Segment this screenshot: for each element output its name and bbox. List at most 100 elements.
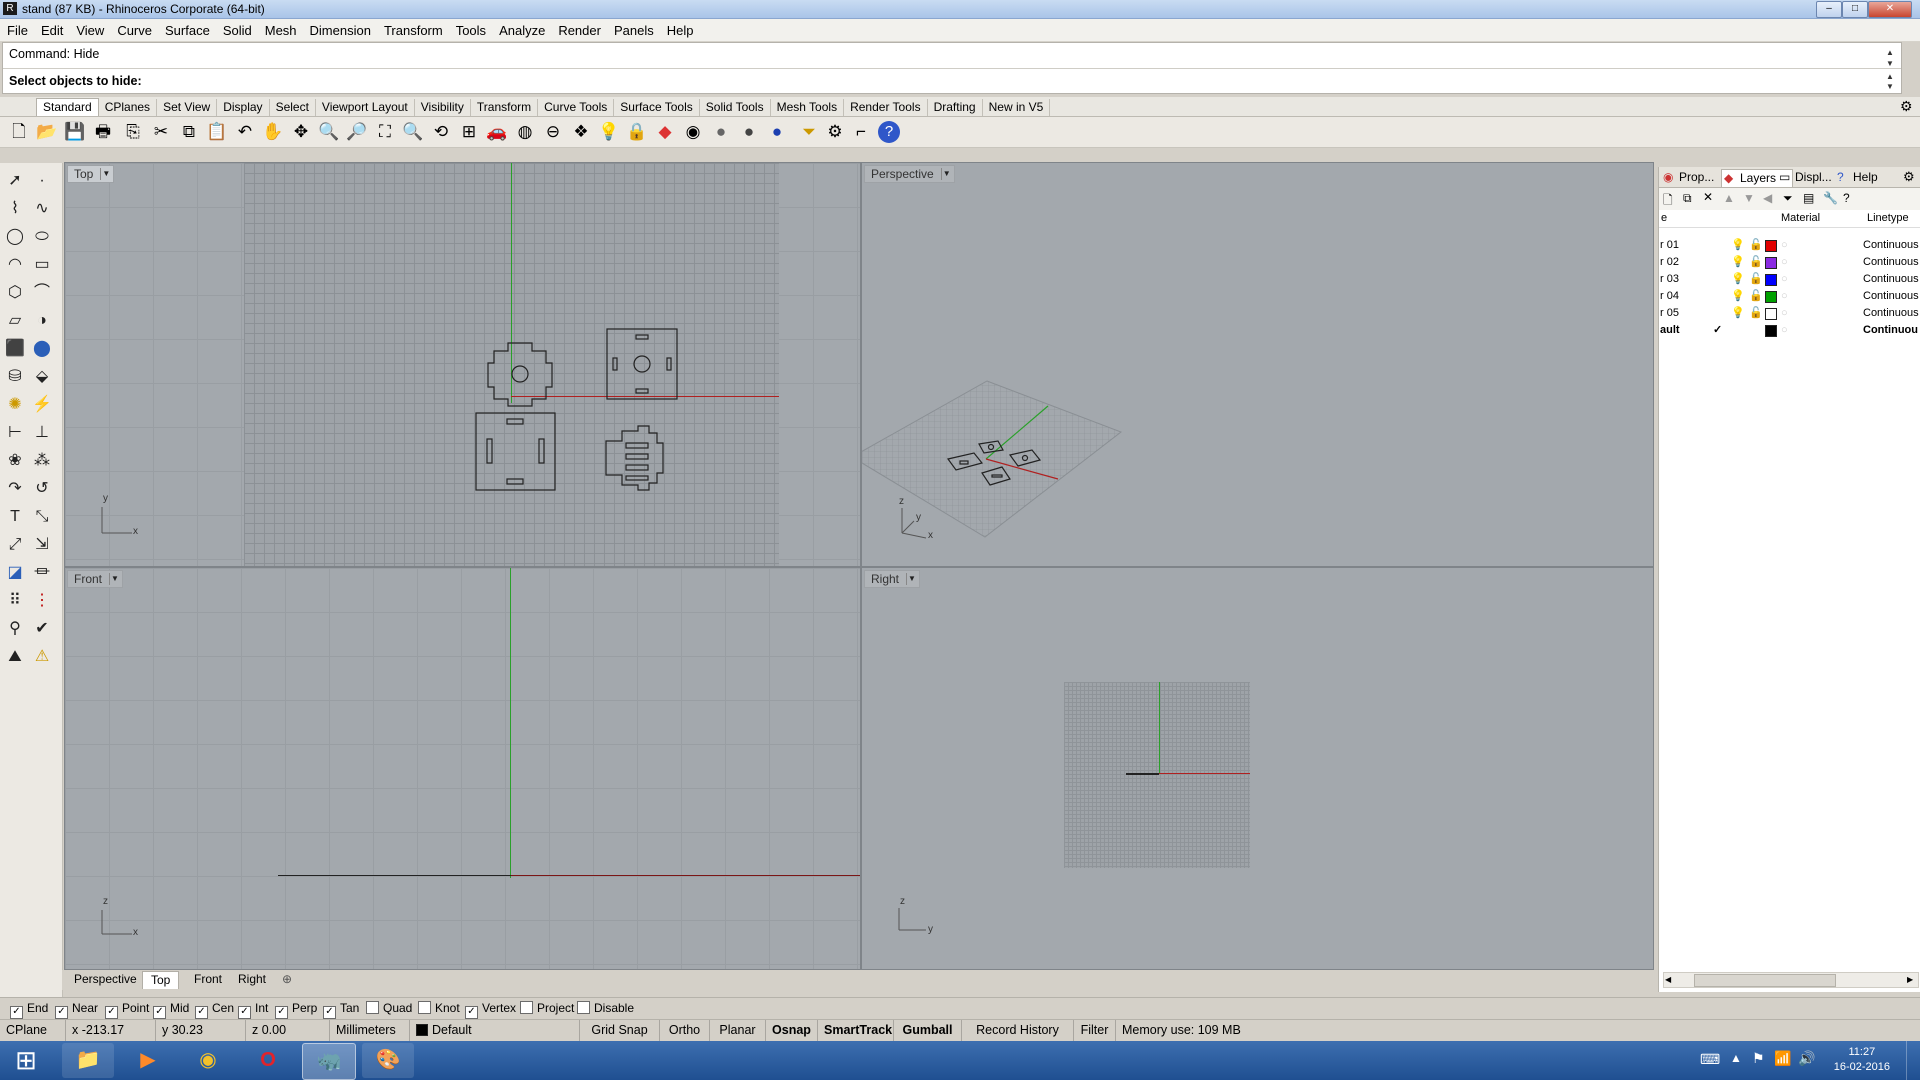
layer-name[interactable]: r 03 — [1660, 273, 1679, 285]
osnap-cen[interactable]: ✓ Cen — [195, 1001, 234, 1019]
viewport-title-perspective[interactable]: Perspective ▼ — [864, 165, 955, 183]
zoom-extents-icon[interactable]: ⛶ — [374, 121, 396, 143]
osnap-checkbox[interactable]: ✓ — [275, 1006, 288, 1019]
menu-help[interactable]: Help — [660, 19, 700, 38]
show-objects-icon[interactable]: ❖ — [570, 121, 592, 143]
curve-icon[interactable]: ∿ — [30, 197, 54, 221]
layer-linetype[interactable]: Continuous — [1863, 290, 1919, 302]
close-button[interactable]: ✕ — [1868, 1, 1912, 18]
status-layer[interactable]: Default — [410, 1020, 580, 1041]
mesh-icon[interactable]: ✺ — [3, 393, 27, 417]
scroll-right-icon[interactable]: ▶ — [1907, 973, 1913, 987]
pan-hand-icon[interactable]: ✋ — [262, 121, 284, 143]
viewport-tab-top[interactable]: Top — [142, 971, 180, 989]
boolean-union-icon[interactable]: ⬤ — [30, 337, 54, 361]
layer-states-icon[interactable]: ▤ — [1803, 191, 1814, 205]
layer-visible-bulb-icon[interactable]: 💡 — [1731, 289, 1745, 302]
print-icon[interactable]: 🖶 — [92, 121, 114, 143]
scrollbar-thumb[interactable] — [1694, 974, 1836, 987]
status-planar[interactable]: Planar — [710, 1020, 766, 1041]
car-render-icon[interactable]: 🚗 — [486, 121, 508, 143]
osnap-project[interactable]: Project — [520, 1001, 574, 1015]
layer-icon[interactable]: ◆ — [654, 121, 676, 143]
join-icon[interactable]: ↷ — [3, 477, 27, 501]
viewport-title-right[interactable]: Right ▼ — [864, 570, 921, 588]
split-icon[interactable]: ⤡ — [30, 505, 54, 529]
new-layer-icon[interactable]: 🗋 — [1663, 191, 1673, 212]
layer-linetype[interactable]: Continuou — [1863, 324, 1918, 336]
layer-color-swatch[interactable] — [1765, 325, 1777, 337]
layer-name[interactable]: r 05 — [1660, 307, 1679, 319]
layer-color-swatch[interactable] — [1765, 257, 1777, 269]
layer-visible-bulb-icon[interactable]: 💡 — [1731, 306, 1745, 319]
osnap-checkbox[interactable]: ✓ — [105, 1006, 118, 1019]
layer-linetype[interactable]: Continuous — [1863, 273, 1919, 285]
osnap-int[interactable]: ✓ Int — [238, 1001, 268, 1019]
status-ortho[interactable]: Ortho — [660, 1020, 710, 1041]
panel-settings-gear-icon[interactable]: ⚙ — [1903, 169, 1915, 185]
osnap-checkbox[interactable]: ✓ — [195, 1006, 208, 1019]
menu-edit[interactable]: Edit — [34, 19, 69, 38]
toolbar-tab-drafting[interactable]: Drafting — [928, 99, 983, 116]
layer-name[interactable]: r 01 — [1660, 239, 1679, 251]
layer-help-icon[interactable]: ? — [1843, 191, 1850, 205]
current-layer-check-icon[interactable]: ✓ — [1713, 323, 1722, 336]
osnap-checkbox[interactable]: ✓ — [238, 1006, 251, 1019]
menu-dimension[interactable]: Dimension — [303, 19, 377, 38]
text-object-icon[interactable]: ⊥ — [30, 421, 54, 445]
layer-visible-bulb-icon[interactable]: 💡 — [1731, 238, 1745, 251]
viewport-menu-chevron-icon[interactable]: ▼ — [109, 573, 120, 585]
layer-visible-bulb-icon[interactable]: 💡 — [1731, 272, 1745, 285]
light-bulb-icon[interactable]: 💡 — [598, 121, 620, 143]
layer-row[interactable]: r 01 💡 🔓 ○ Continuous — [1659, 237, 1920, 254]
osnap-checkbox[interactable] — [418, 1001, 431, 1014]
toolbar-tab-set-view[interactable]: Set View — [157, 99, 218, 116]
layer-material-circle-icon[interactable]: ○ — [1781, 256, 1788, 268]
status-grid-snap[interactable]: Grid Snap — [580, 1020, 660, 1041]
paste-icon[interactable]: 📋 — [206, 121, 228, 143]
rhino-app-icon[interactable]: R — [3, 2, 17, 15]
new-icon[interactable]: 🗋 — [8, 121, 30, 143]
ellipse-icon[interactable]: ⬭ — [30, 225, 54, 249]
toolbar-tab-curve-tools[interactable]: Curve Tools — [538, 99, 615, 116]
osnap-point[interactable]: ✓ Point — [105, 1001, 149, 1019]
maximize-button[interactable]: □ — [1842, 1, 1868, 18]
fillet-curve-icon[interactable]: ⌒ — [30, 281, 54, 305]
rotate-icon[interactable]: ◪ — [3, 561, 27, 585]
layer-linetype[interactable]: Continuous — [1863, 239, 1919, 251]
layer-color-swatch[interactable] — [1765, 308, 1777, 320]
layer-row-current[interactable]: ault ✓ ○ Continuou — [1659, 322, 1920, 339]
cplane-icon[interactable]: ⊖ — [542, 121, 564, 143]
viewport-perspective[interactable]: x y z Perspective ▼ — [861, 162, 1654, 567]
layer-unlock-icon[interactable]: 🔓 — [1749, 289, 1763, 302]
osnap-checkbox[interactable]: ✓ — [55, 1006, 68, 1019]
osnap-knot[interactable]: Knot — [418, 1001, 460, 1015]
paint-icon[interactable]: 🎨 — [362, 1043, 414, 1078]
polyline-icon[interactable]: ⌇ — [3, 197, 27, 221]
viewport-menu-chevron-icon[interactable]: ▼ — [100, 168, 111, 180]
tray-volume-icon[interactable]: 🔊 — [1798, 1050, 1815, 1067]
start-button-windows-icon[interactable]: ⊞ — [2, 1043, 50, 1078]
trim-icon[interactable]: T — [3, 505, 27, 529]
osnap-perp[interactable]: ✓ Perp — [275, 1001, 317, 1019]
toolbar-tab-viewport-layout[interactable]: Viewport Layout — [316, 99, 415, 116]
viewport-tab-front[interactable]: Front — [186, 971, 230, 988]
toolbar-tab-standard[interactable]: Standard — [36, 98, 99, 116]
layer-material-circle-icon[interactable]: ○ — [1781, 307, 1788, 319]
toolbar-tab-transform[interactable]: Transform — [471, 99, 539, 116]
toolbar-tab-mesh-tools[interactable]: Mesh Tools — [771, 99, 845, 116]
cut-icon[interactable]: ✂ — [150, 121, 172, 143]
rotate-view-icon[interactable]: ✥ — [290, 121, 312, 143]
osnap-near[interactable]: ✓ Near — [55, 1001, 98, 1019]
layer-tools-wrench-icon[interactable]: 🔧 — [1823, 191, 1838, 205]
layer-name[interactable]: ault — [1660, 324, 1680, 336]
viewport-tab-right[interactable]: Right — [230, 971, 274, 988]
tray-keyboard-icon[interactable]: ⌨ — [1700, 1051, 1720, 1068]
lock-icon[interactable]: 🔒 — [626, 121, 648, 143]
viewport-menu-chevron-icon[interactable]: ▼ — [906, 573, 917, 585]
copy-icon[interactable]: ⧉ — [178, 121, 200, 143]
layer-material-circle-icon[interactable]: ○ — [1781, 290, 1788, 302]
zoom-selected-icon[interactable]: 🔍 — [402, 121, 424, 143]
layer-linetype[interactable]: Continuous — [1863, 307, 1919, 319]
move-layer-down-icon[interactable]: ▼ — [1743, 191, 1755, 205]
